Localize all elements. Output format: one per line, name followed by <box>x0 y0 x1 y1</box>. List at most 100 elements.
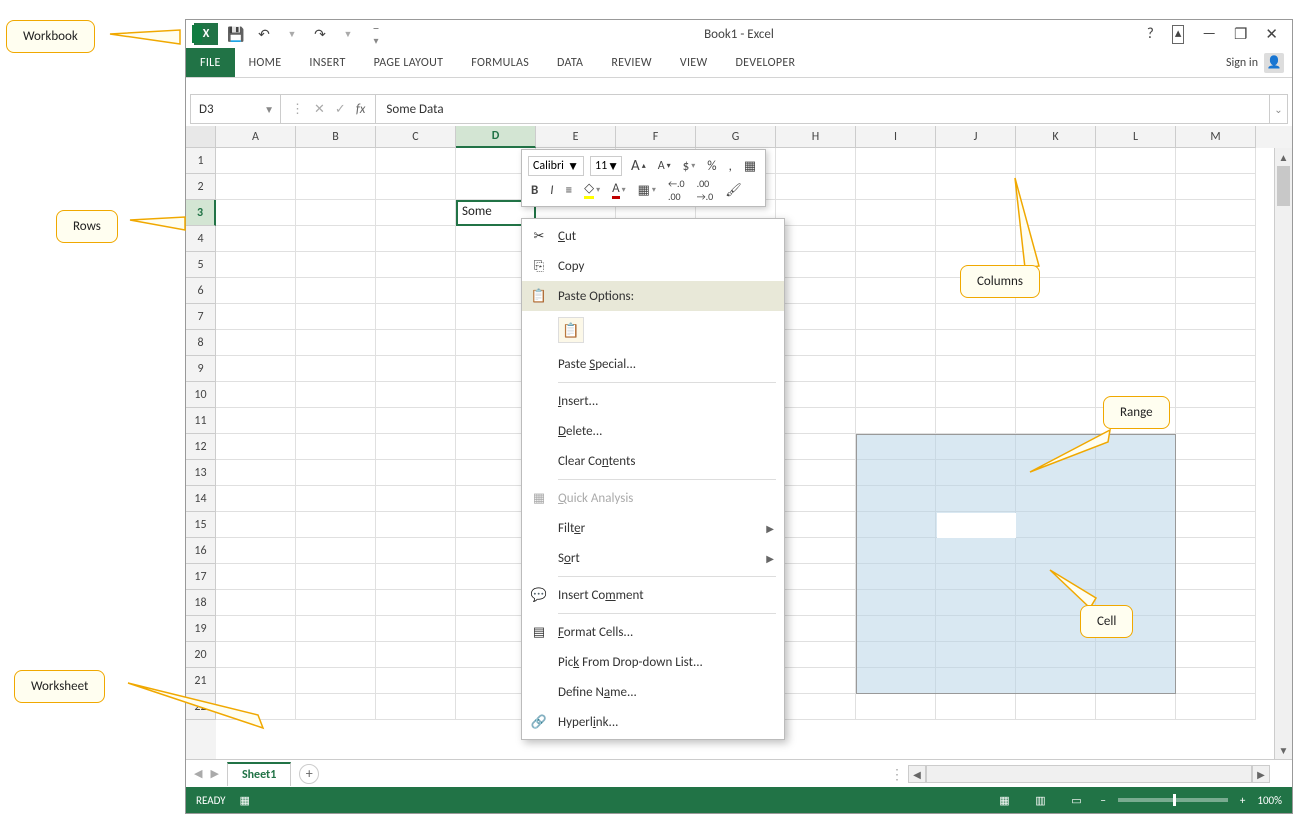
cell[interactable] <box>296 616 376 642</box>
cell[interactable] <box>1016 330 1096 356</box>
cell[interactable] <box>856 304 936 330</box>
cell[interactable] <box>296 434 376 460</box>
cell[interactable] <box>376 174 456 200</box>
cell[interactable] <box>296 408 376 434</box>
col-header-i[interactable]: I <box>856 126 936 148</box>
row-header-1[interactable]: 1 <box>186 148 216 174</box>
cell[interactable] <box>376 252 456 278</box>
row-header-11[interactable]: 11 <box>186 408 216 434</box>
cell[interactable] <box>856 200 936 226</box>
qat-customize-button[interactable]: ⎯▾ <box>366 24 386 44</box>
paste-option-default[interactable]: 📋 <box>558 317 584 343</box>
cell[interactable] <box>1016 694 1096 720</box>
cell[interactable] <box>296 460 376 486</box>
cm-sort[interactable]: Sort▶ <box>522 543 784 573</box>
cell[interactable] <box>1176 668 1256 694</box>
cell[interactable] <box>216 200 296 226</box>
cell[interactable] <box>296 356 376 382</box>
cell[interactable] <box>776 590 856 616</box>
add-sheet-button[interactable]: + <box>299 764 319 784</box>
row-header-4[interactable]: 4 <box>186 226 216 252</box>
col-header-d[interactable]: D <box>456 126 536 148</box>
cell[interactable] <box>776 616 856 642</box>
cell[interactable] <box>936 408 1016 434</box>
cell[interactable] <box>1176 382 1256 408</box>
ribbon-tab-file[interactable]: FILE <box>186 48 235 77</box>
cell[interactable] <box>216 590 296 616</box>
cm-cut[interactable]: ✂Cut <box>522 221 784 251</box>
cell[interactable] <box>1096 226 1176 252</box>
row-header-8[interactable]: 8 <box>186 330 216 356</box>
cell[interactable] <box>1096 694 1176 720</box>
cell[interactable] <box>936 356 1016 382</box>
cm-hyperlink[interactable]: 🔗Hyperlink... <box>522 707 784 737</box>
name-box-dropdown-icon[interactable]: ▼ <box>264 103 274 116</box>
hscroll-track[interactable] <box>926 765 1252 783</box>
col-header-b[interactable]: B <box>296 126 376 148</box>
cell[interactable] <box>1176 356 1256 382</box>
undo-dropdown[interactable]: ▼ <box>282 24 302 44</box>
ribbon-tab-formulas[interactable]: FORMULAS <box>457 48 543 77</box>
cell[interactable] <box>376 564 456 590</box>
cell[interactable] <box>296 174 376 200</box>
font-color-button[interactable]: A▾ <box>609 181 629 199</box>
cell[interactable] <box>776 460 856 486</box>
cell[interactable] <box>1096 356 1176 382</box>
cell[interactable] <box>216 486 296 512</box>
row-header-17[interactable]: 17 <box>186 564 216 590</box>
row-header-6[interactable]: 6 <box>186 278 216 304</box>
cell[interactable] <box>376 200 456 226</box>
cell[interactable] <box>296 564 376 590</box>
cm-pick-from-list[interactable]: Pick From Drop-down List... <box>522 647 784 677</box>
cell[interactable] <box>1096 252 1176 278</box>
cell[interactable] <box>776 174 856 200</box>
cell[interactable] <box>856 148 936 174</box>
cell[interactable] <box>296 304 376 330</box>
cell[interactable] <box>216 408 296 434</box>
italic-button[interactable]: I <box>547 183 556 198</box>
cell[interactable] <box>216 330 296 356</box>
formula-input[interactable] <box>376 95 1269 123</box>
cell[interactable] <box>376 382 456 408</box>
cell[interactable] <box>776 564 856 590</box>
cell[interactable] <box>376 616 456 642</box>
cell[interactable] <box>1096 330 1176 356</box>
cell[interactable] <box>1096 304 1176 330</box>
cell[interactable] <box>376 304 456 330</box>
cell[interactable] <box>1096 278 1176 304</box>
cell[interactable] <box>776 668 856 694</box>
cell[interactable] <box>376 408 456 434</box>
font-name-dropdown[interactable]: Calibri▼ <box>528 156 584 176</box>
cell[interactable] <box>296 538 376 564</box>
ribbon-tab-home[interactable]: HOME <box>235 48 296 77</box>
sheet-nav-next[interactable]: ▶ <box>210 767 218 780</box>
cell[interactable] <box>1096 200 1176 226</box>
cell[interactable] <box>936 226 1016 252</box>
cell[interactable] <box>776 382 856 408</box>
cell[interactable] <box>376 148 456 174</box>
cell[interactable] <box>936 200 1016 226</box>
ribbon-tab-insert[interactable]: INSERT <box>295 48 359 77</box>
col-header-j[interactable]: J <box>936 126 1016 148</box>
undo-button[interactable]: ↶ <box>254 24 274 44</box>
hscroll-left-button[interactable]: ◀ <box>908 765 926 783</box>
cell[interactable] <box>776 642 856 668</box>
cell[interactable] <box>216 642 296 668</box>
cell[interactable] <box>856 408 936 434</box>
ribbon-tab-data[interactable]: DATA <box>543 48 597 77</box>
cell[interactable] <box>296 226 376 252</box>
row-header-14[interactable]: 14 <box>186 486 216 512</box>
selected-range[interactable] <box>856 434 1176 694</box>
increase-decimal-button[interactable]: ←.0.00 <box>665 177 688 203</box>
cancel-formula-button[interactable]: ✕ <box>314 102 325 117</box>
cell[interactable] <box>776 356 856 382</box>
cm-copy[interactable]: ⎘Copy <box>522 251 784 281</box>
cell[interactable] <box>856 356 936 382</box>
cell[interactable] <box>1176 538 1256 564</box>
cell[interactable] <box>216 460 296 486</box>
ribbon-tab-page-layout[interactable]: PAGE LAYOUT <box>360 48 458 77</box>
row-header-13[interactable]: 13 <box>186 460 216 486</box>
enter-formula-button[interactable]: ✓ <box>335 102 346 117</box>
cell[interactable] <box>376 668 456 694</box>
cell[interactable] <box>1176 226 1256 252</box>
